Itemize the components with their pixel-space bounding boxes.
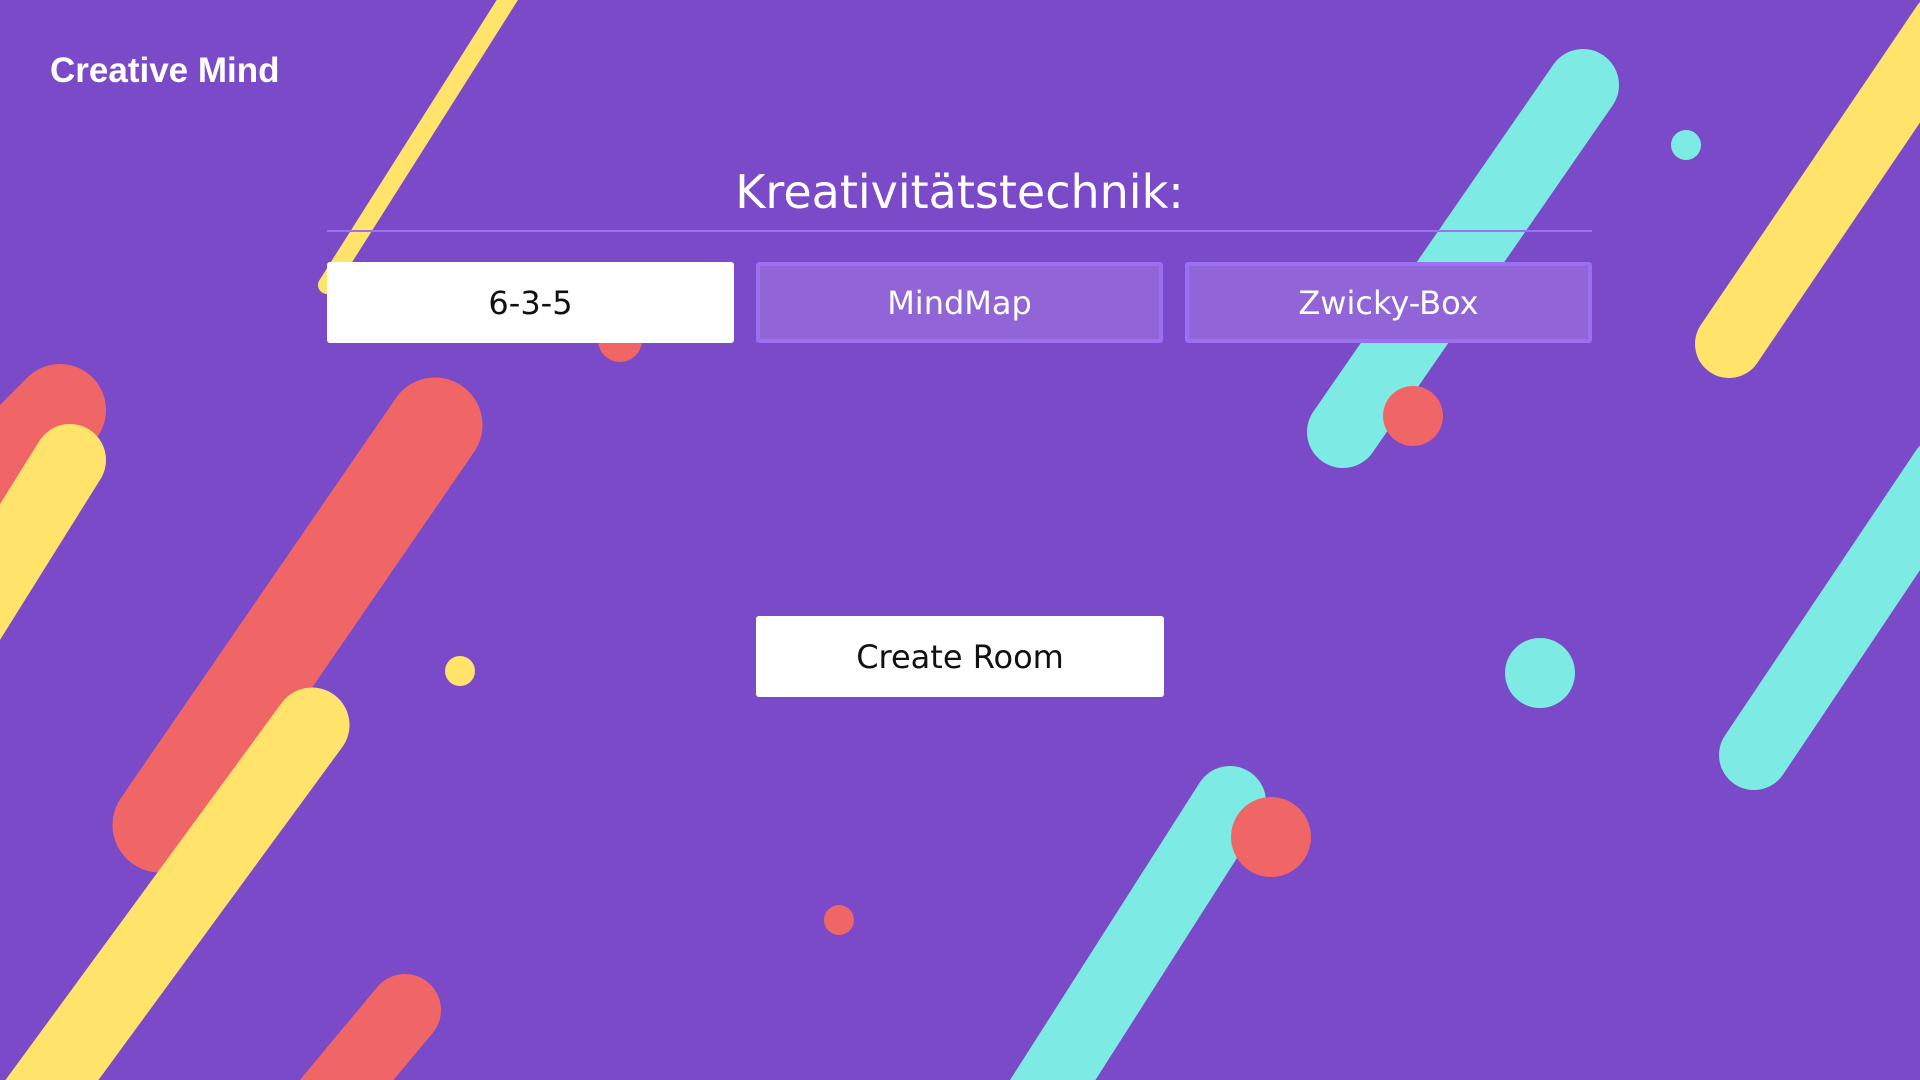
bg-stripe-cyan-top [1307,49,1619,468]
technique-panel: Kreativitätstechnik: 6-3-5 MindMap Zwick… [327,160,1592,343]
bg-dot-yellow-small [445,656,475,686]
bg-stripe-red-bottom [300,974,441,1080]
bg-dot-red-3 [1231,797,1311,877]
heading-divider [327,230,1592,232]
technique-option-zwicky-box[interactable]: Zwicky-Box [1185,262,1592,343]
brand-logo-text: Creative Mind [50,51,280,90]
technique-option-mindmap[interactable]: MindMap [756,262,1163,343]
technique-option-6-3-5[interactable]: 6-3-5 [327,262,734,343]
bg-stripe-yellow-thin [318,0,518,294]
create-room-button[interactable]: Create Room [756,616,1164,697]
bg-stripe-cyan-right [1719,445,1920,790]
technique-options: 6-3-5 MindMap Zwicky-Box [327,262,1592,343]
bg-stripe-yellow-right [1695,2,1920,378]
bg-stripe-cyan-bottom [1010,766,1266,1080]
bg-dot-red-1 [1383,386,1443,446]
bg-dot-cyan-small [1671,130,1701,160]
bg-dot-cyan-large [1505,638,1575,708]
bg-dot-red-4 [824,905,854,935]
technique-heading: Kreativitätstechnik: [735,165,1184,219]
